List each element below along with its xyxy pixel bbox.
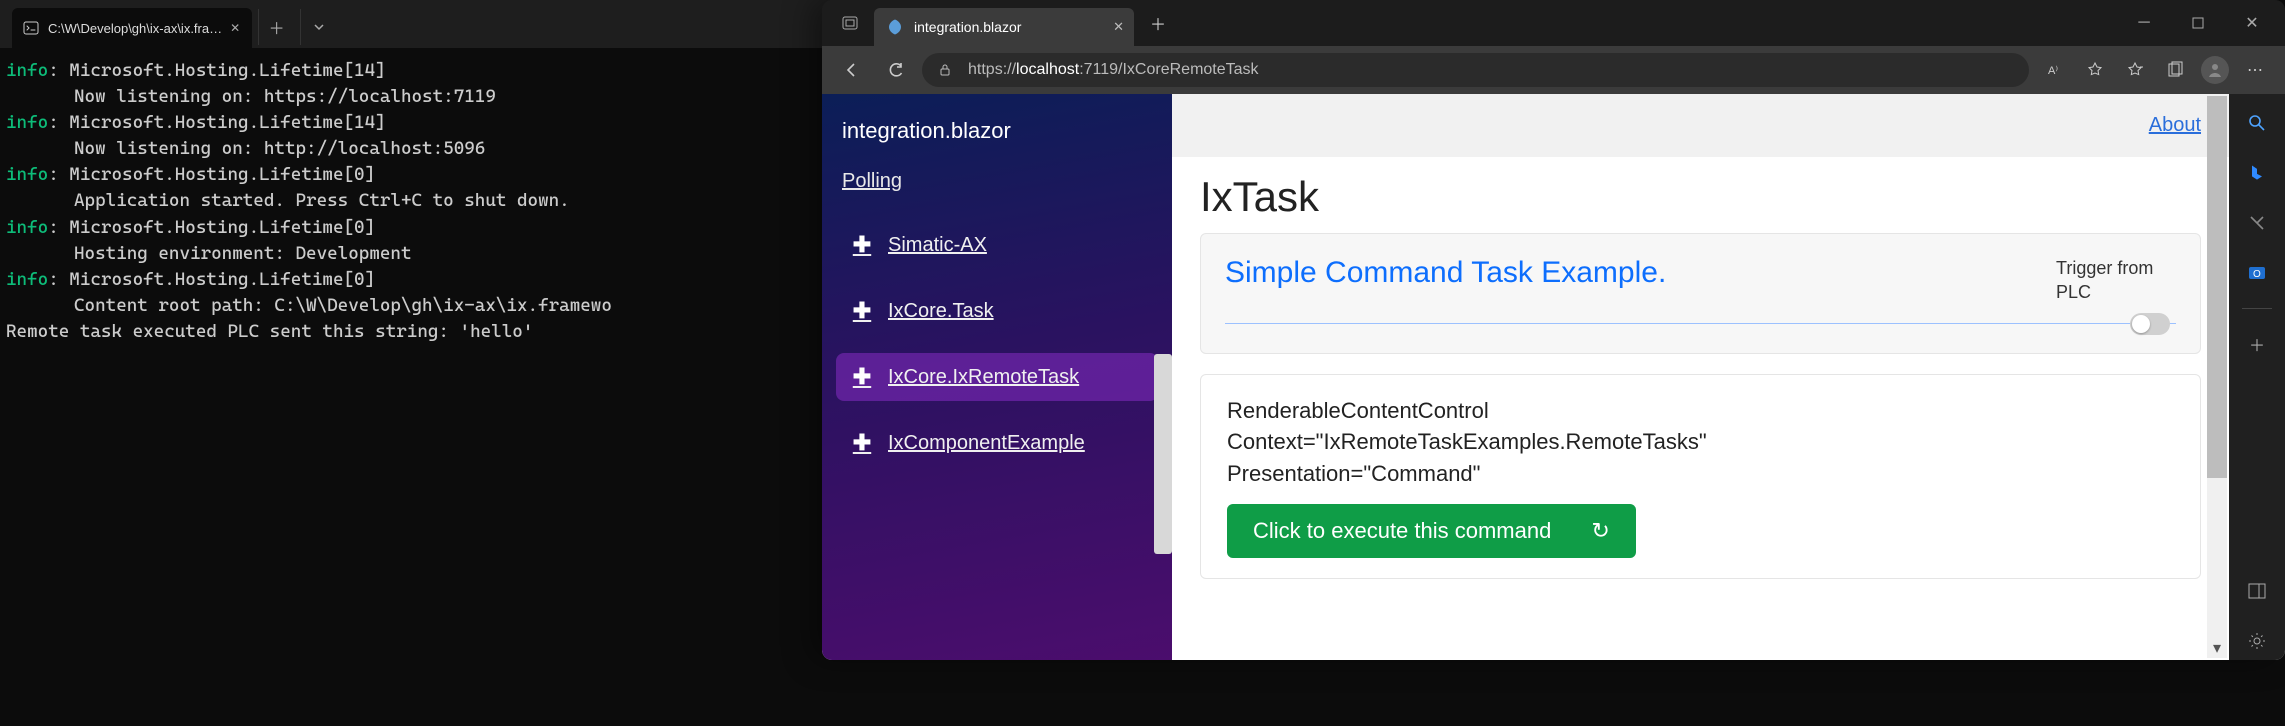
close-icon[interactable]: ✕ [230, 21, 240, 35]
collections-button[interactable] [2157, 52, 2193, 88]
app-root: integration.blazor Polling ✚ Simatic-AX ✚ I… [822, 94, 2229, 660]
plus-icon: ✚ [850, 233, 874, 257]
url-text: https://localhost:7119/IxCoreRemoteTask [968, 61, 1259, 79]
tab-dropdown-button[interactable] [300, 9, 336, 45]
terminal-tab-title: C:\W\Develop\gh\ix-ax\ix.fra… [48, 21, 222, 36]
terminal-icon [22, 19, 40, 37]
scroll-thumb[interactable] [2207, 96, 2227, 478]
app-sidebar: integration.blazor Polling ✚ Simatic-AX ✚ I… [822, 94, 1172, 660]
trigger-toggle[interactable] [2130, 313, 2170, 335]
app-main: About IxTask Simple Command Task Example… [1172, 94, 2229, 660]
browser-titlebar: integration.blazor ✕ ＋ ─ ✕ [822, 0, 2285, 46]
favorites-star-button[interactable] [2077, 52, 2113, 88]
about-link[interactable]: About [2149, 114, 2201, 137]
nav-polling[interactable]: Polling [842, 170, 1152, 193]
svg-text:A⁾: A⁾ [2048, 65, 2058, 77]
read-aloud-button[interactable]: A⁾ [2037, 52, 2073, 88]
browser-toolbar: https://localhost:7119/IxCoreRemoteTask … [822, 46, 2285, 94]
add-sidebar-button[interactable]: ＋ [2238, 325, 2276, 363]
app-brand[interactable]: integration.blazor [842, 118, 1152, 144]
content-scrollbar[interactable]: ▴ ▾ [2207, 96, 2227, 658]
browser-tab-title: integration.blazor [914, 19, 1103, 35]
sidebar-item-label: IxCore.IxRemoteTask [888, 366, 1079, 389]
sidebar-item-ixcore-task[interactable]: ✚ IxCore.Task [836, 287, 1158, 335]
maximize-button[interactable] [2173, 3, 2223, 43]
tools-icon[interactable] [2238, 204, 2276, 242]
render-text: RenderableContentControlContext="IxRemot… [1227, 395, 2174, 491]
close-window-button[interactable]: ✕ [2227, 3, 2277, 43]
plus-icon: ✚ [850, 431, 874, 455]
new-tab-button[interactable]: ＋ [258, 9, 294, 45]
more-button[interactable]: ⋯ [2237, 52, 2273, 88]
sidebar-item-label: Simatic-AX [888, 234, 987, 257]
back-button[interactable] [834, 52, 870, 88]
favorites-button[interactable] [2117, 52, 2153, 88]
tab-actions-button[interactable] [830, 3, 870, 43]
profile-button[interactable] [2197, 52, 2233, 88]
favicon-icon [886, 18, 904, 36]
browser-window: integration.blazor ✕ ＋ ─ ✕ https://local… [822, 0, 2285, 660]
task-card: Simple Command Task Example. Trigger fro… [1200, 233, 2201, 354]
lock-icon [938, 63, 956, 77]
avatar-icon [2201, 56, 2229, 84]
sidebar-item-label: IxComponentExample [888, 432, 1085, 455]
browser-tab[interactable]: integration.blazor ✕ [874, 8, 1134, 46]
sidebar-scrollbar[interactable] [1154, 354, 1172, 554]
sidebar-item-ixcomponentexample[interactable]: ✚ IxComponentExample [836, 419, 1158, 467]
browser-viewport: integration.blazor Polling ✚ Simatic-AX ✚ I… [822, 94, 2285, 660]
new-tab-button[interactable]: ＋ [1142, 7, 1174, 39]
rail-divider [2242, 308, 2272, 309]
sidebar-item-label: IxCore.Task [888, 300, 994, 323]
execute-button-label: Click to execute this command [1253, 518, 1551, 544]
plus-icon: ✚ [850, 365, 874, 389]
page-title: IxTask [1200, 173, 2201, 221]
settings-icon[interactable] [2238, 622, 2276, 660]
reload-icon: ↻ [1591, 518, 1609, 544]
scroll-down-icon[interactable]: ▾ [2207, 638, 2227, 658]
search-icon[interactable] [2238, 104, 2276, 142]
minimize-button[interactable]: ─ [2119, 3, 2169, 43]
edge-sidebar: O ＋ [2229, 94, 2285, 660]
render-line: Presentation="Command" [1227, 458, 2174, 490]
sidebar-panel-icon[interactable] [2238, 572, 2276, 610]
plus-icon: ✚ [850, 299, 874, 323]
close-icon[interactable]: ✕ [1113, 19, 1124, 35]
terminal-tab[interactable]: C:\W\Develop\gh\ix-ax\ix.fra… ✕ [12, 8, 252, 48]
execute-command-button[interactable]: Click to execute this command ↻ [1227, 504, 1636, 558]
render-line: RenderableContentControl [1227, 395, 2174, 427]
app-topbar: About [1172, 94, 2229, 157]
task-card-title: Simple Command Task Example. [1225, 256, 2036, 290]
render-card: RenderableContentControlContext="IxRemot… [1200, 374, 2201, 580]
svg-text:O: O [2253, 269, 2261, 280]
render-line: Context="IxRemoteTaskExamples.RemoteTask… [1227, 426, 2174, 458]
divider [1225, 323, 2176, 324]
sidebar-item-ixcore-ixremotetask[interactable]: ✚ IxCore.IxRemoteTask [836, 353, 1158, 401]
trigger-label: Trigger from PLC [2056, 256, 2176, 305]
outlook-icon[interactable]: O [2238, 254, 2276, 292]
address-bar[interactable]: https://localhost:7119/IxCoreRemoteTask [922, 53, 2029, 87]
bing-icon[interactable] [2238, 154, 2276, 192]
sidebar-item-simatic-ax[interactable]: ✚ Simatic-AX [836, 221, 1158, 269]
refresh-button[interactable] [878, 52, 914, 88]
